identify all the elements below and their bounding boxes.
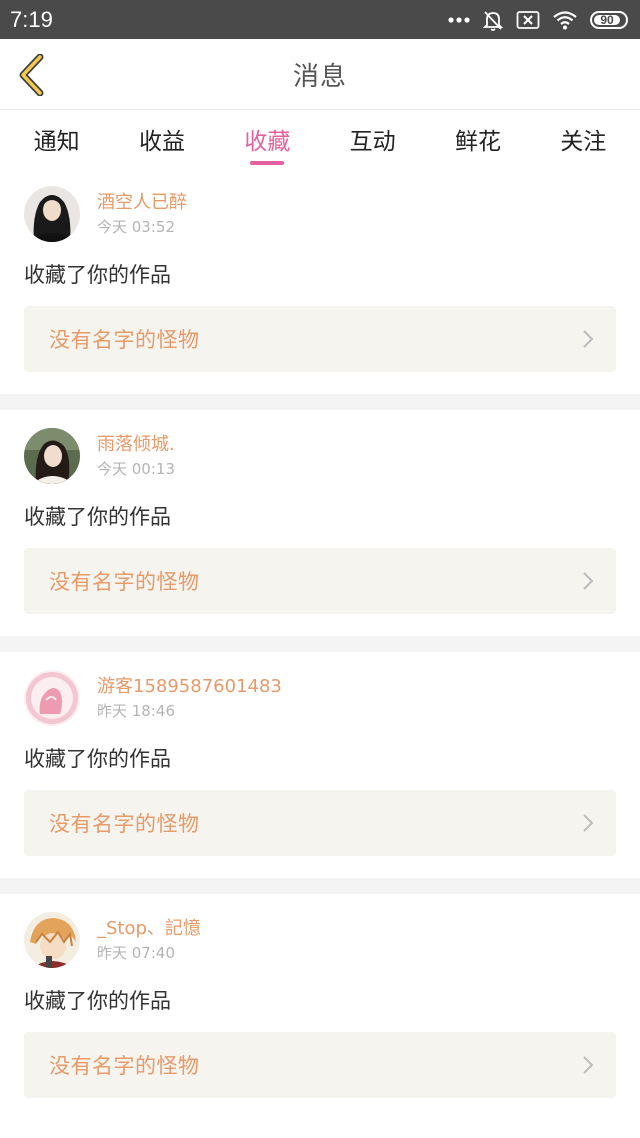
work-link[interactable]: 没有名字的怪物 <box>24 1032 616 1098</box>
chevron-right-icon <box>582 329 594 349</box>
avatar[interactable] <box>24 428 80 484</box>
notification-card: _Stop、記憶 昨天 07:40 收藏了你的作品 没有名字的怪物 <box>0 894 640 1120</box>
user-meta: 酒空人已醉 今天 03:52 <box>97 191 187 238</box>
user-meta: 雨落倾城. 今天 00:13 <box>97 433 175 480</box>
card-header: 酒空人已醉 今天 03:52 <box>24 186 616 242</box>
tab-notifications[interactable]: 通知 <box>4 110 109 168</box>
timestamp: 昨天 07:40 <box>97 943 175 962</box>
battery-icon: 90 <box>590 10 628 29</box>
bell-off-icon <box>482 9 504 31</box>
status-bar: 7:19 90 <box>0 0 640 39</box>
chevron-right-icon <box>582 813 594 833</box>
user-name[interactable]: 游客1589587601483 <box>97 675 282 699</box>
tab-bar: 通知 收益 收藏 互动 鲜花 关注 <box>0 110 640 168</box>
status-time: 7:19 <box>10 6 53 32</box>
work-title: 没有名字的怪物 <box>49 328 200 352</box>
battery-level: 90 <box>600 12 614 27</box>
notification-card: 酒空人已醉 今天 03:52 收藏了你的作品 没有名字的怪物 <box>0 168 640 394</box>
sim-x-icon <box>516 10 540 30</box>
tab-favorites[interactable]: 收藏 <box>215 110 320 168</box>
avatar[interactable] <box>24 912 80 968</box>
user-name[interactable]: _Stop、記憶 <box>97 917 201 941</box>
tab-following[interactable]: 关注 <box>531 110 636 168</box>
action-text: 收藏了你的作品 <box>24 505 171 529</box>
user-meta: 游客1589587601483 昨天 18:46 <box>97 675 282 722</box>
chevron-right-icon <box>582 1055 594 1075</box>
action-text: 收藏了你的作品 <box>24 263 171 287</box>
user-meta: _Stop、記憶 昨天 07:40 <box>97 917 201 964</box>
action-text: 收藏了你的作品 <box>24 989 171 1013</box>
avatar[interactable] <box>24 186 80 242</box>
timestamp: 昨天 18:46 <box>97 701 175 720</box>
notification-card: 雨落倾城. 今天 00:13 收藏了你的作品 没有名字的怪物 <box>0 410 640 636</box>
chevron-left-icon <box>19 54 44 96</box>
action-text: 收藏了你的作品 <box>24 747 171 771</box>
timestamp: 今天 03:52 <box>97 217 175 236</box>
page-title: 消息 <box>292 61 347 92</box>
tab-flowers[interactable]: 鲜花 <box>425 110 530 168</box>
work-title: 没有名字的怪物 <box>49 570 200 594</box>
tab-earnings[interactable]: 收益 <box>109 110 214 168</box>
work-title: 没有名字的怪物 <box>49 1054 200 1078</box>
status-icons: 90 <box>448 9 628 31</box>
avatar[interactable] <box>24 670 80 726</box>
timestamp: 今天 00:13 <box>97 459 175 478</box>
user-name[interactable]: 酒空人已醉 <box>97 191 187 215</box>
notification-list: 酒空人已醉 今天 03:52 收藏了你的作品 没有名字的怪物 雨落倾城. 今天 … <box>0 168 640 1120</box>
card-header: _Stop、記憶 昨天 07:40 <box>24 912 616 968</box>
wifi-icon <box>552 10 578 30</box>
work-link[interactable]: 没有名字的怪物 <box>24 790 616 856</box>
user-name[interactable]: 雨落倾城. <box>97 433 175 457</box>
work-title: 没有名字的怪物 <box>49 812 200 836</box>
card-header: 游客1589587601483 昨天 18:46 <box>24 670 616 726</box>
header: 消息 <box>0 39 640 110</box>
tab-interactions[interactable]: 互动 <box>320 110 425 168</box>
work-link[interactable]: 没有名字的怪物 <box>24 548 616 614</box>
card-header: 雨落倾城. 今天 00:13 <box>24 428 616 484</box>
more-dots-icon <box>448 16 470 24</box>
notification-card: 游客1589587601483 昨天 18:46 收藏了你的作品 没有名字的怪物 <box>0 652 640 878</box>
back-button[interactable] <box>14 53 48 97</box>
work-link[interactable]: 没有名字的怪物 <box>24 306 616 372</box>
chevron-right-icon <box>582 571 594 591</box>
